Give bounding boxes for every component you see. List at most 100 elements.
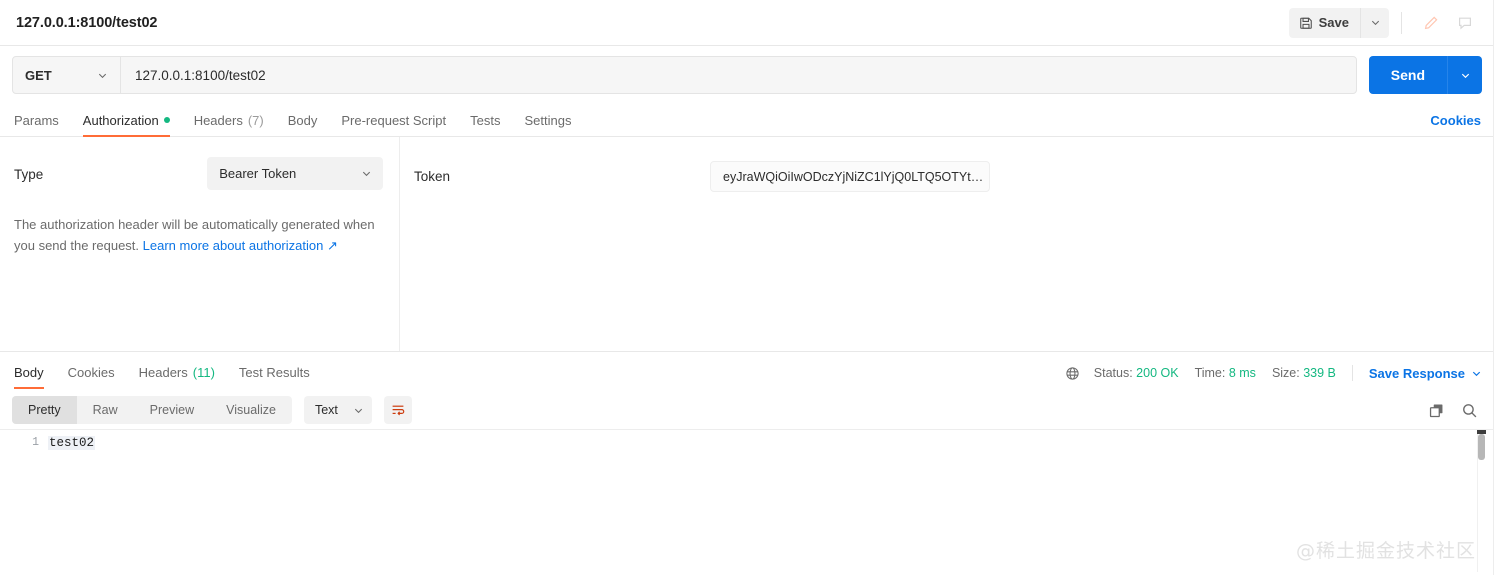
tab-label: Headers bbox=[138, 364, 188, 380]
request-tabs: Params Authorization Headers (7) Body Pr… bbox=[0, 104, 1494, 137]
request-title: 127.0.0.1:8100/test02 bbox=[16, 14, 158, 31]
send-dropdown-button[interactable] bbox=[1448, 56, 1482, 94]
tab-label: Tests bbox=[470, 112, 501, 128]
url-bar: GET 127.0.0.1:8100/test02 Send bbox=[0, 46, 1494, 104]
save-button-label: Save bbox=[1318, 15, 1349, 30]
response-tab-headers[interactable]: Headers (11) bbox=[127, 356, 227, 388]
url-input[interactable]: 127.0.0.1:8100/test02 bbox=[121, 57, 1356, 93]
status-item: Status: 200 OK bbox=[1094, 366, 1179, 380]
tab-label: Params bbox=[14, 112, 59, 128]
time-value: 8 ms bbox=[1228, 366, 1256, 380]
size-item: Size: 339 B bbox=[1272, 366, 1336, 380]
http-method-value: GET bbox=[25, 67, 52, 83]
response-tab-cookies[interactable]: Cookies bbox=[56, 356, 127, 388]
authorization-type-value: Bearer Token bbox=[219, 166, 297, 181]
view-raw[interactable]: Raw bbox=[77, 396, 134, 424]
save-button[interactable]: Save bbox=[1288, 7, 1361, 38]
tab-headers[interactable]: Headers (7) bbox=[182, 104, 276, 136]
response-meta: Status: 200 OK Time: 8 ms Size: 339 B Sa… bbox=[1065, 365, 1482, 388]
top-bar-actions: Save bbox=[1288, 0, 1494, 46]
tab-label: Body bbox=[287, 112, 318, 128]
authorization-type-label: Type bbox=[14, 167, 44, 182]
status-key: Status: bbox=[1093, 366, 1133, 380]
http-method-select[interactable]: GET bbox=[13, 57, 121, 93]
authorization-help-text: The authorization header will be automat… bbox=[14, 214, 383, 256]
tab-params[interactable]: Params bbox=[12, 104, 71, 136]
toolbar-divider bbox=[1401, 11, 1402, 34]
search-icon[interactable] bbox=[1461, 402, 1478, 419]
response-toolbar: Pretty Raw Preview Visualize Text bbox=[0, 391, 1494, 429]
tab-authorization[interactable]: Authorization bbox=[71, 104, 182, 137]
floppy-disk-icon bbox=[1299, 16, 1313, 30]
status-value: 200 OK bbox=[1136, 366, 1179, 380]
modified-indicator-dot bbox=[163, 117, 170, 123]
wrap-text-button[interactable] bbox=[383, 396, 412, 424]
chevron-down-icon bbox=[1370, 17, 1381, 28]
response-format-value: Text bbox=[314, 403, 338, 417]
size-value: 339 B bbox=[1303, 366, 1336, 380]
globe-icon[interactable] bbox=[1065, 366, 1080, 381]
tab-settings[interactable]: Settings bbox=[512, 104, 583, 136]
authorization-type-row: Type Bearer Token bbox=[14, 157, 383, 190]
method-url-group: GET 127.0.0.1:8100/test02 bbox=[12, 56, 1357, 94]
learn-more-link[interactable]: Learn more about authorization bbox=[143, 238, 324, 253]
tab-label: Headers bbox=[193, 112, 243, 128]
chevron-down-icon bbox=[353, 405, 364, 416]
response-tab-test-results[interactable]: Test Results bbox=[227, 356, 322, 388]
tab-body[interactable]: Body bbox=[276, 104, 330, 136]
save-dropdown-button[interactable] bbox=[1361, 7, 1389, 38]
response-toolbar-actions bbox=[1428, 402, 1482, 419]
response-view-switcher: Pretty Raw Preview Visualize bbox=[12, 396, 292, 424]
tab-label: Body bbox=[14, 364, 44, 380]
tab-label: Settings bbox=[524, 112, 572, 128]
view-visualize[interactable]: Visualize bbox=[210, 396, 292, 424]
time-item: Time: 8 ms bbox=[1195, 366, 1256, 380]
response-body-scrollbar[interactable] bbox=[1477, 430, 1486, 572]
cookies-link[interactable]: Cookies bbox=[1430, 113, 1482, 128]
response-tabs: Body Cookies Headers (11) Test Results S… bbox=[0, 352, 1494, 389]
tab-count: (11) bbox=[192, 364, 215, 380]
tab-label: Pre-request Script bbox=[341, 112, 447, 128]
time-key: Time: bbox=[1194, 366, 1226, 380]
save-button-group: Save bbox=[1288, 7, 1389, 38]
wrap-text-icon bbox=[390, 402, 406, 418]
send-button[interactable]: Send bbox=[1369, 56, 1448, 94]
line-content: test02 bbox=[48, 436, 96, 450]
authorization-type-select[interactable]: Bearer Token bbox=[207, 157, 383, 190]
token-label: Token bbox=[414, 169, 451, 184]
tab-label: Cookies bbox=[67, 364, 115, 380]
scrollbar-thumb[interactable] bbox=[1478, 434, 1485, 460]
response-tab-body[interactable]: Body bbox=[12, 356, 56, 389]
watermark: @稀土掘金技术社区 bbox=[1295, 540, 1476, 562]
pencil-icon bbox=[1423, 15, 1439, 31]
send-button-group: Send bbox=[1368, 56, 1482, 94]
view-preview[interactable]: Preview bbox=[134, 396, 210, 424]
authorization-panel: Type Bearer Token The authorization head… bbox=[0, 137, 1494, 352]
comment-icon bbox=[1457, 15, 1473, 31]
tab-pre-request-script[interactable]: Pre-request Script bbox=[329, 104, 458, 136]
comments-button[interactable] bbox=[1448, 8, 1482, 38]
authorization-token-pane: Token eyJraWQiOiIwODczYjNiZC1lYjQ0LTQ5OT… bbox=[400, 137, 1494, 351]
postman-request-window: 127.0.0.1:8100/test02 Save GET 127.0.0.1… bbox=[0, 0, 1494, 575]
copy-icon[interactable] bbox=[1428, 402, 1445, 419]
chevron-down-icon bbox=[1471, 368, 1482, 379]
external-link-icon: ↗ bbox=[326, 238, 338, 253]
size-key: Size: bbox=[1271, 366, 1300, 380]
line-number: 1 bbox=[32, 436, 39, 449]
response-body-viewer[interactable]: 1 test02 @稀土掘金技术社区 bbox=[0, 429, 1494, 575]
save-response-button[interactable]: Save Response bbox=[1369, 366, 1482, 381]
code-line: 1 test02 bbox=[0, 430, 1494, 450]
tab-tests[interactable]: Tests bbox=[458, 104, 512, 136]
token-row: Token eyJraWQiOiIwODczYjNiZC1lYjQ0LTQ5OT… bbox=[414, 161, 1494, 192]
tab-label: Test Results bbox=[238, 364, 310, 380]
response-format-select[interactable]: Text bbox=[303, 396, 372, 424]
edit-request-button[interactable] bbox=[1414, 8, 1448, 38]
chevron-down-icon bbox=[97, 70, 108, 81]
tab-label: Authorization bbox=[82, 112, 159, 128]
token-input[interactable]: eyJraWQiOiIwODczYjNiZC1lYjQ0LTQ5OTYt… bbox=[710, 161, 990, 192]
view-pretty[interactable]: Pretty bbox=[12, 396, 77, 424]
top-bar: 127.0.0.1:8100/test02 Save bbox=[0, 0, 1494, 46]
chevron-down-icon bbox=[1460, 70, 1471, 81]
chevron-down-icon bbox=[361, 168, 372, 179]
authorization-type-pane: Type Bearer Token The authorization head… bbox=[0, 137, 400, 351]
